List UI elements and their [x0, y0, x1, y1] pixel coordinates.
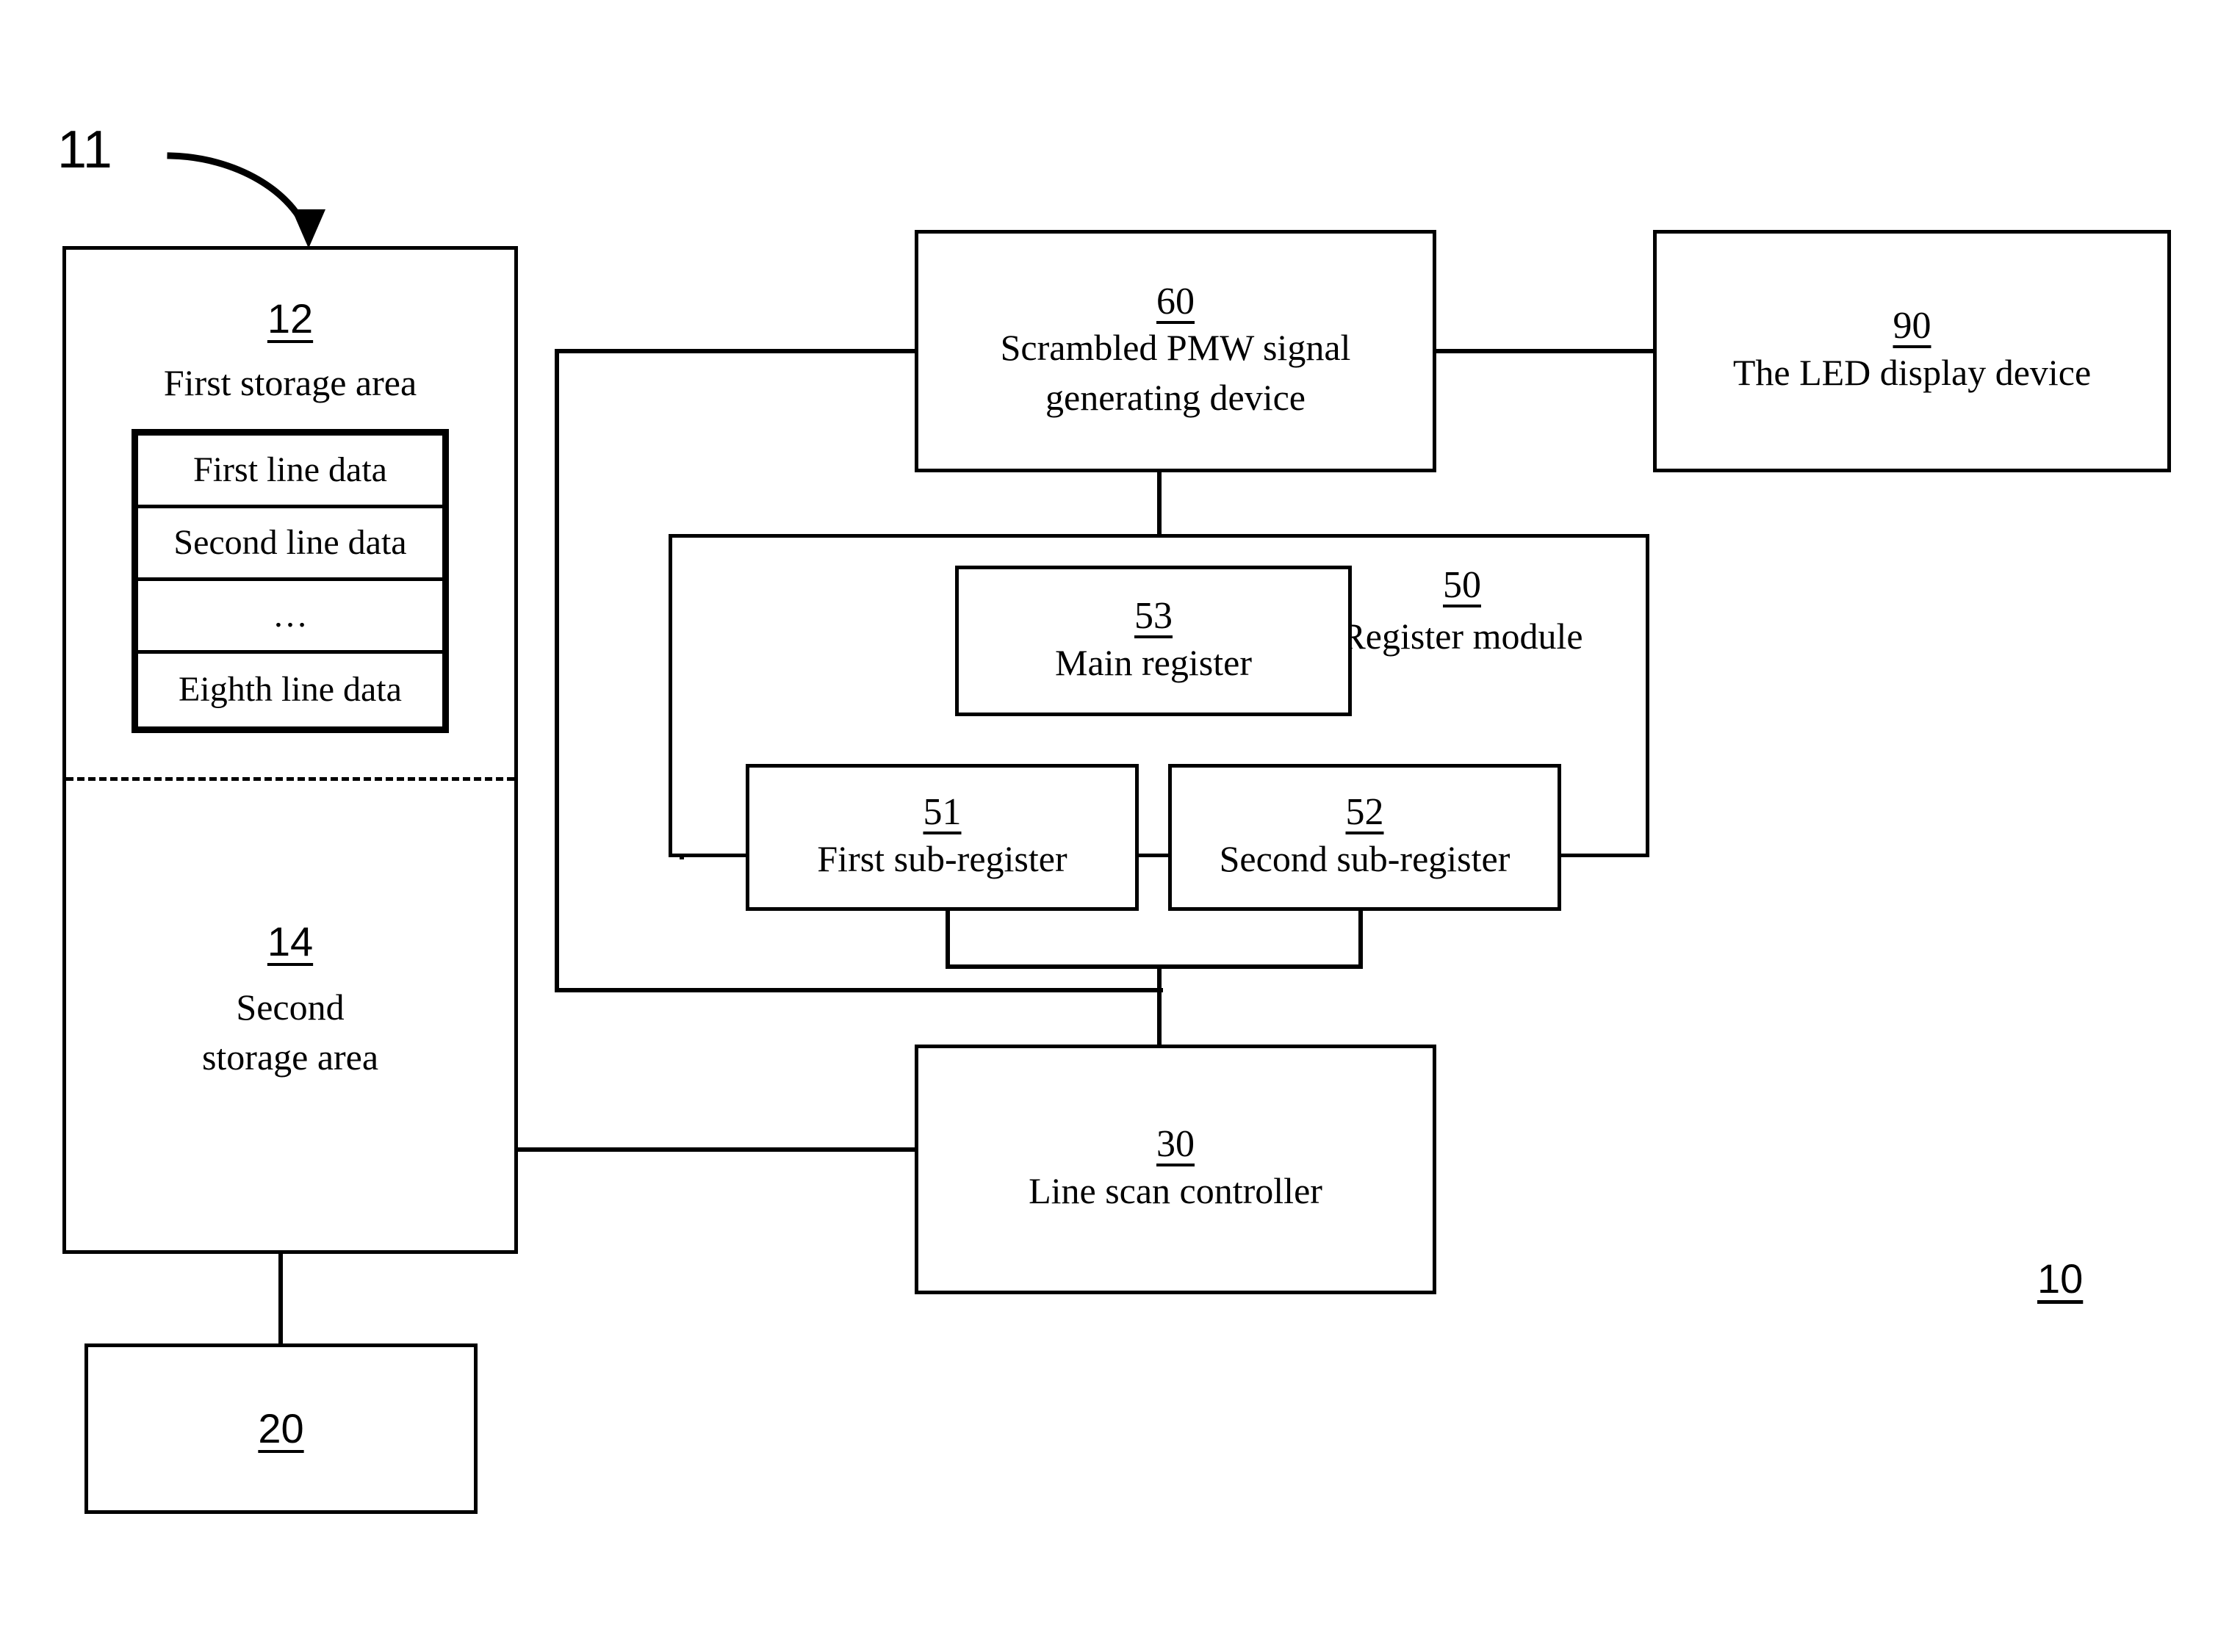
patent-figure: 11 12 First storage area First line data… — [0, 0, 2218, 1652]
reference-numeral-51: 51 — [923, 791, 962, 834]
first-storage-area[interactable]: 12 First storage area First line data Se… — [66, 250, 514, 782]
reference-numeral-10: 10 — [2037, 1255, 2084, 1302]
second-storage-area[interactable]: 14 Second storage area — [66, 782, 514, 1258]
reference-numeral-12: 12 — [267, 295, 314, 342]
block-20[interactable]: 20 — [84, 1343, 478, 1514]
reference-numeral-14: 14 — [267, 918, 314, 964]
table-row[interactable]: Second line data — [138, 508, 442, 581]
line-data-table: First line data Second line data … Eight… — [132, 428, 449, 733]
block-90-label: The LED display device — [1732, 352, 2092, 394]
block-60-scrambled-pmw-generator[interactable]: 60 Scrambled PMW signal generating devic… — [915, 230, 1436, 472]
block-52-second-sub-register[interactable]: 52 Second sub-register — [1168, 764, 1561, 911]
storage-area-divider — [66, 777, 514, 781]
table-row[interactable]: … — [138, 581, 442, 654]
reference-numeral-20: 20 — [258, 1404, 304, 1451]
table-row[interactable]: First line data — [138, 436, 442, 508]
block-30-line-scan-controller[interactable]: 30 Line scan controller — [915, 1045, 1436, 1294]
lead-arrow-head-11 — [292, 209, 325, 248]
line-scan-controller-label: Line scan controller — [1029, 1170, 1322, 1212]
reference-numeral-52: 52 — [1345, 791, 1384, 834]
reference-numeral-11: 11 — [57, 120, 112, 179]
reference-numeral-30: 30 — [1156, 1123, 1195, 1166]
reference-numeral-60: 60 — [1156, 280, 1195, 322]
storage-container-11[interactable]: 12 First storage area First line data Se… — [62, 246, 518, 1254]
first-storage-area-label: First storage area — [163, 362, 417, 404]
first-sub-register-label: First sub-register — [817, 838, 1067, 880]
reference-numeral-90: 90 — [1893, 305, 1931, 347]
lead-arrow-11 — [167, 152, 313, 241]
block-51-first-sub-register[interactable]: 51 First sub-register — [746, 764, 1139, 911]
block-53-main-register[interactable]: 53 Main register — [955, 566, 1352, 716]
table-row[interactable]: Eighth line data — [138, 654, 442, 726]
second-sub-register-label: Second sub-register — [1219, 838, 1511, 880]
block-60-label: Scrambled PMW signal generating device — [1000, 327, 1351, 418]
second-storage-area-label: Second storage area — [201, 986, 379, 1078]
block-90-led-display-device[interactable]: 90 The LED display device — [1653, 230, 2171, 472]
reference-numeral-53: 53 — [1134, 594, 1173, 637]
main-register-label: Main register — [1055, 641, 1252, 683]
